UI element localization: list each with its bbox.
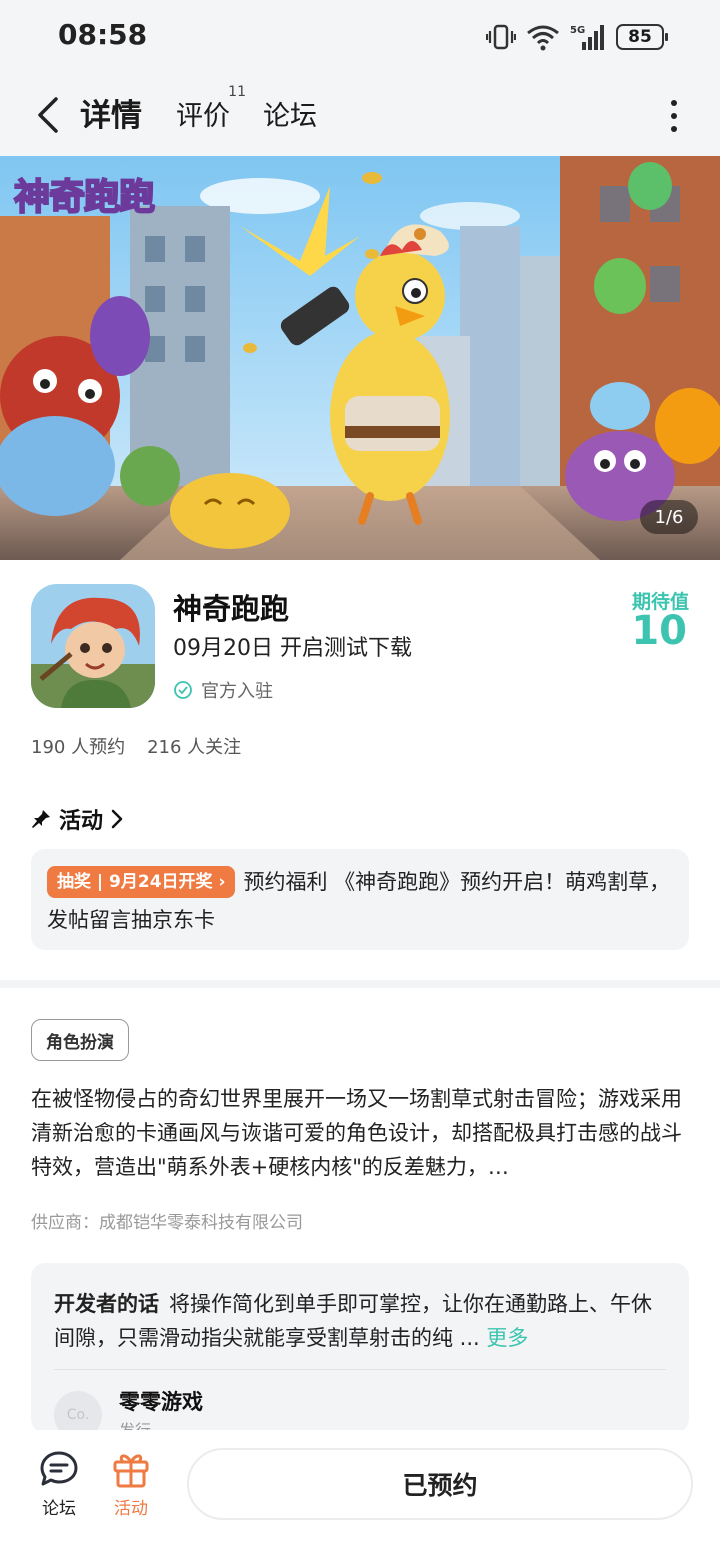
bottom-activity-label: 活动 <box>114 1499 148 1519</box>
bottom-forum-button[interactable]: 论坛 <box>29 1450 89 1519</box>
banner-page-counter: 1/6 <box>640 500 698 534</box>
expect-value: 10 <box>631 608 687 654</box>
publisher-avatar[interactable]: Co. <box>54 1391 102 1433</box>
wifi-icon <box>527 25 559 51</box>
official-label: 官方入驻 <box>201 681 273 702</box>
more-dot <box>671 100 677 106</box>
chevron-right-icon <box>111 809 123 829</box>
back-button[interactable] <box>28 90 68 140</box>
activity-section-title: 活动 <box>59 809 104 834</box>
developer-divider <box>54 1369 666 1370</box>
stat-counts: 190 人预约 216 人关注 <box>31 733 241 759</box>
bottom-activity-button[interactable]: 活动 <box>101 1450 161 1519</box>
reservation-count: 190 人预约 <box>31 737 126 758</box>
reserved-button[interactable]: 已预约 <box>187 1448 693 1520</box>
vibrate-icon <box>486 24 516 50</box>
status-icons: 5G 85 <box>486 22 668 52</box>
game-app-icon <box>31 584 155 708</box>
pin-icon <box>32 810 50 828</box>
developer-card: 开发者的话 将操作简化到单手即可掌控，让你在通勤路上、午休间隙，只需滑动指尖就能享… <box>31 1263 689 1433</box>
bottom-forum-label: 论坛 <box>42 1499 76 1519</box>
forum-chat-icon <box>40 1451 78 1486</box>
tab-forum-label: 论坛 <box>263 101 317 132</box>
more-options-button[interactable] <box>664 96 684 136</box>
verified-check-icon <box>174 681 192 699</box>
banner-carousel[interactable]: 神奇跑跑 1/6 <box>0 156 720 560</box>
top-nav: 详情 评价 11 论坛 <box>0 78 720 156</box>
status-time: 08:58 <box>58 18 148 51</box>
publisher-name[interactable]: 零零游戏 <box>119 1386 203 1416</box>
lottery-tag: 抽奖 | 9月24日开奖 › <box>47 866 236 898</box>
genre-tag[interactable]: 角色扮演 <box>31 1019 129 1061</box>
status-bar: 08:58 5G 85 <box>0 0 720 78</box>
activity-line: 抽奖 | 9月24日开奖 › 预约福利 《神奇跑跑》预约开启！萌鸡割草，发帖留言抽… <box>47 863 673 939</box>
tab-review[interactable]: 评价 11 <box>176 84 246 133</box>
more-link[interactable]: 更多 <box>486 1326 528 1350</box>
banner-game-logo: 神奇跑跑 <box>13 176 156 219</box>
tab-forum[interactable]: 论坛 <box>263 94 317 133</box>
supplier-info: 供应商：成都铠华零泰科技有限公司 <box>31 1213 303 1233</box>
gift-icon <box>113 1454 149 1488</box>
tab-review-label: 评价 <box>176 101 230 132</box>
battery-level: 85 <box>628 27 652 47</box>
official-badge: 官方入驻 <box>173 677 273 703</box>
test-date: 09月20日 开启测试下载 <box>173 636 412 661</box>
battery-icon: 85 <box>616 24 668 50</box>
developer-note: 开发者的话 将操作简化到单手即可掌控，让你在通勤路上、午休间隙，只需滑动指尖就能享… <box>54 1287 666 1355</box>
more-dot <box>671 113 677 119</box>
review-count-badge: 11 <box>228 84 246 100</box>
follower-count: 216 人关注 <box>147 737 242 758</box>
activity-section-header[interactable]: 活动 <box>31 803 123 835</box>
chevron-left-icon <box>38 97 58 133</box>
game-description[interactable]: 在被怪物侵占的奇幻世界里展开一场又一场割草式射击冒险；游戏采用清新治愈的卡通画风… <box>31 1082 691 1184</box>
network-type: 5G <box>570 25 585 36</box>
game-title: 神奇跑跑 <box>173 592 290 626</box>
section-divider <box>0 980 720 988</box>
bottom-action-bar: 论坛 活动 已预约 <box>0 1430 720 1567</box>
tab-detail[interactable]: 详情 <box>78 90 144 135</box>
game-icon-artwork <box>31 584 155 708</box>
activity-card[interactable]: 抽奖 | 9月24日开奖 › 预约福利 《神奇跑跑》预约开启！萌鸡割草，发帖留言抽… <box>31 849 689 950</box>
more-dot <box>671 126 677 132</box>
developer-heading: 开发者的话 <box>54 1292 159 1316</box>
tab-detail-label: 详情 <box>80 98 142 134</box>
signal-icon: 5G <box>570 25 604 50</box>
